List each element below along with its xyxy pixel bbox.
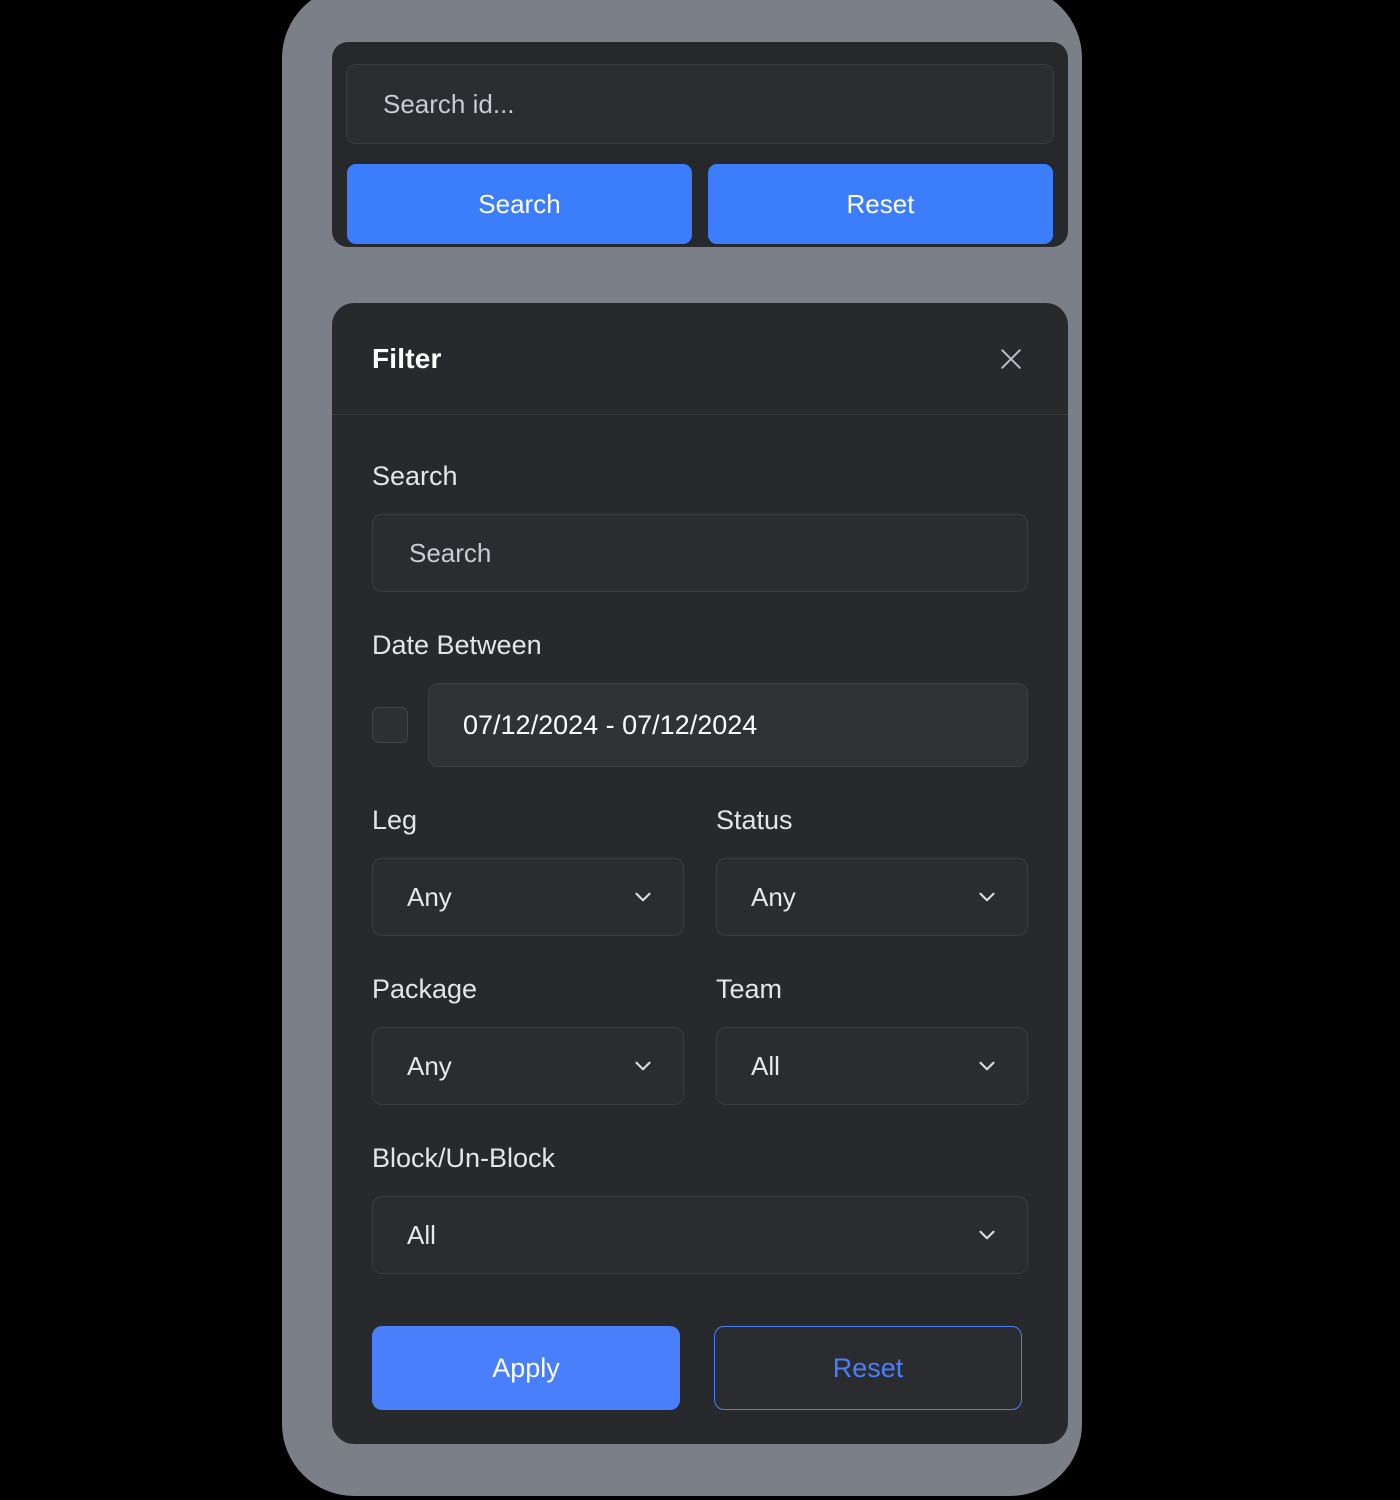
filter-reset-button[interactable]: Reset bbox=[714, 1326, 1022, 1410]
filter-date-label: Date Between bbox=[372, 630, 542, 660]
search-card: Search Reset bbox=[332, 42, 1068, 247]
filter-team-select-wrap: All bbox=[716, 1027, 1028, 1105]
search-button[interactable]: Search bbox=[347, 164, 692, 244]
filter-panel-header: Filter bbox=[332, 303, 1068, 415]
filter-team-label: Team bbox=[716, 974, 783, 1004]
date-enable-checkbox[interactable] bbox=[372, 707, 408, 743]
filter-date-group: Date Between bbox=[372, 630, 1028, 767]
screen-root: Search Reset Filter Search Date Between bbox=[0, 0, 1400, 1500]
filter-team-group: Team All bbox=[716, 974, 1028, 1105]
filter-status-group: Status Any bbox=[716, 805, 1028, 936]
filter-package-select[interactable]: Any bbox=[372, 1027, 684, 1105]
reset-button[interactable]: Reset bbox=[708, 164, 1053, 244]
filter-date-row bbox=[372, 683, 1028, 767]
search-card-button-row: Search Reset bbox=[346, 164, 1054, 244]
filter-package-team-row: Package Any Team All bbox=[372, 974, 1028, 1105]
filter-search-group: Search bbox=[372, 461, 1028, 592]
filter-block-group: Block/Un-Block All bbox=[372, 1143, 1028, 1274]
search-id-input[interactable] bbox=[346, 64, 1054, 144]
filter-leg-status-row: Leg Any Status Any bbox=[372, 805, 1028, 936]
filter-leg-select[interactable]: Any bbox=[372, 858, 684, 936]
filter-panel-body: Search Date Between Leg Any bbox=[332, 415, 1068, 1312]
filter-block-label: Block/Un-Block bbox=[372, 1143, 556, 1173]
filter-search-label: Search bbox=[372, 461, 458, 491]
filter-panel: Filter Search Date Between bbox=[332, 303, 1068, 1444]
filter-status-label: Status bbox=[716, 805, 793, 835]
filter-package-label: Package bbox=[372, 974, 478, 1004]
filter-package-select-wrap: Any bbox=[372, 1027, 684, 1105]
filter-block-select[interactable]: All bbox=[372, 1196, 1028, 1274]
close-icon[interactable] bbox=[994, 342, 1028, 376]
filter-status-select-wrap: Any bbox=[716, 858, 1028, 936]
filter-panel-footer: Apply Reset bbox=[332, 1326, 1068, 1410]
filter-panel-title: Filter bbox=[372, 342, 442, 374]
apply-button[interactable]: Apply bbox=[372, 1326, 680, 1410]
filter-leg-select-wrap: Any bbox=[372, 858, 684, 936]
filter-block-select-wrap: All bbox=[372, 1196, 1028, 1274]
filter-package-group: Package Any bbox=[372, 974, 684, 1105]
filter-team-select[interactable]: All bbox=[716, 1027, 1028, 1105]
date-range-input[interactable] bbox=[428, 683, 1028, 767]
filter-leg-label: Leg bbox=[372, 805, 418, 835]
filter-status-select[interactable]: Any bbox=[716, 858, 1028, 936]
filter-search-input[interactable] bbox=[372, 514, 1028, 592]
filter-leg-group: Leg Any bbox=[372, 805, 684, 936]
